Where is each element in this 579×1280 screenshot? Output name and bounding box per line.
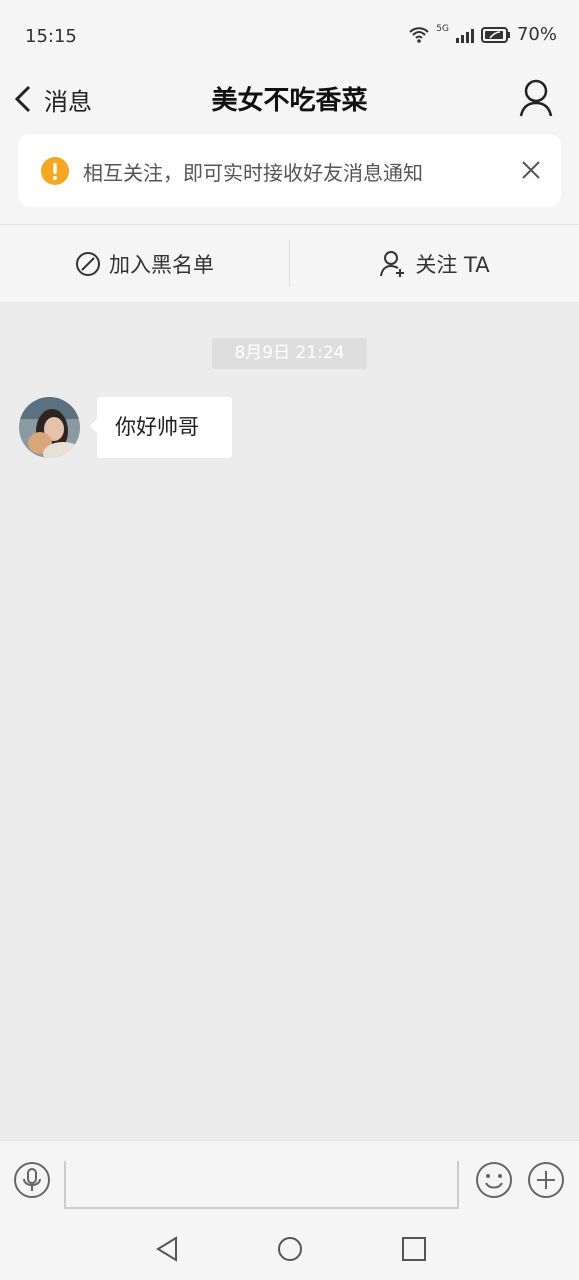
page-title: 美女不吃香菜 — [211, 86, 368, 116]
message-input[interactable] — [64, 1161, 459, 1209]
system-nav-bar — [0, 1218, 579, 1280]
battery-percent: 70% — [516, 24, 557, 45]
notice-text: 相互关注，即可实时接收好友消息通知 — [83, 161, 423, 185]
close-icon[interactable] — [521, 160, 541, 180]
message-bubble[interactable]: 你好帅哥 — [90, 397, 232, 458]
chat-header: 消息 美女不吃香菜 — [0, 72, 579, 126]
nav-home-icon[interactable] — [276, 1235, 304, 1263]
signal-bars-icon — [455, 28, 474, 43]
avatar-photo — [19, 397, 80, 458]
status-bar: 15:15 5G 70% — [0, 0, 579, 72]
wifi-icon — [409, 26, 429, 43]
action-bar: 加入黑名单 关注 TA — [0, 224, 579, 302]
warning-icon — [41, 157, 69, 185]
notice-area: 相互关注，即可实时接收好友消息通知 — [0, 126, 579, 224]
add-person-icon — [380, 250, 405, 277]
signal-label: 5G — [436, 23, 449, 34]
battery-icon — [480, 26, 510, 43]
add-to-blacklist-button[interactable]: 加入黑名单 — [0, 225, 289, 302]
person-icon — [519, 79, 553, 117]
blacklist-label: 加入黑名单 — [109, 252, 214, 277]
microphone-icon[interactable] — [13, 1161, 51, 1199]
input-bar — [0, 1140, 579, 1219]
nav-back-icon[interactable] — [153, 1235, 181, 1263]
status-time: 15:15 — [25, 26, 77, 47]
chat-timestamp: 8月9日 21:24 — [212, 338, 367, 369]
nav-recent-apps-icon[interactable] — [400, 1235, 428, 1263]
avatar[interactable] — [19, 397, 80, 458]
plus-icon[interactable] — [527, 1161, 565, 1199]
follow-label: 关注 TA — [415, 252, 490, 277]
profile-button[interactable] — [517, 78, 555, 118]
follow-button[interactable]: 关注 TA — [290, 225, 579, 302]
block-icon — [76, 251, 100, 276]
status-indicators: 5G 70% — [408, 24, 557, 45]
emoji-icon[interactable] — [475, 1161, 513, 1199]
follow-notice: 相互关注，即可实时接收好友消息通知 — [18, 134, 561, 207]
